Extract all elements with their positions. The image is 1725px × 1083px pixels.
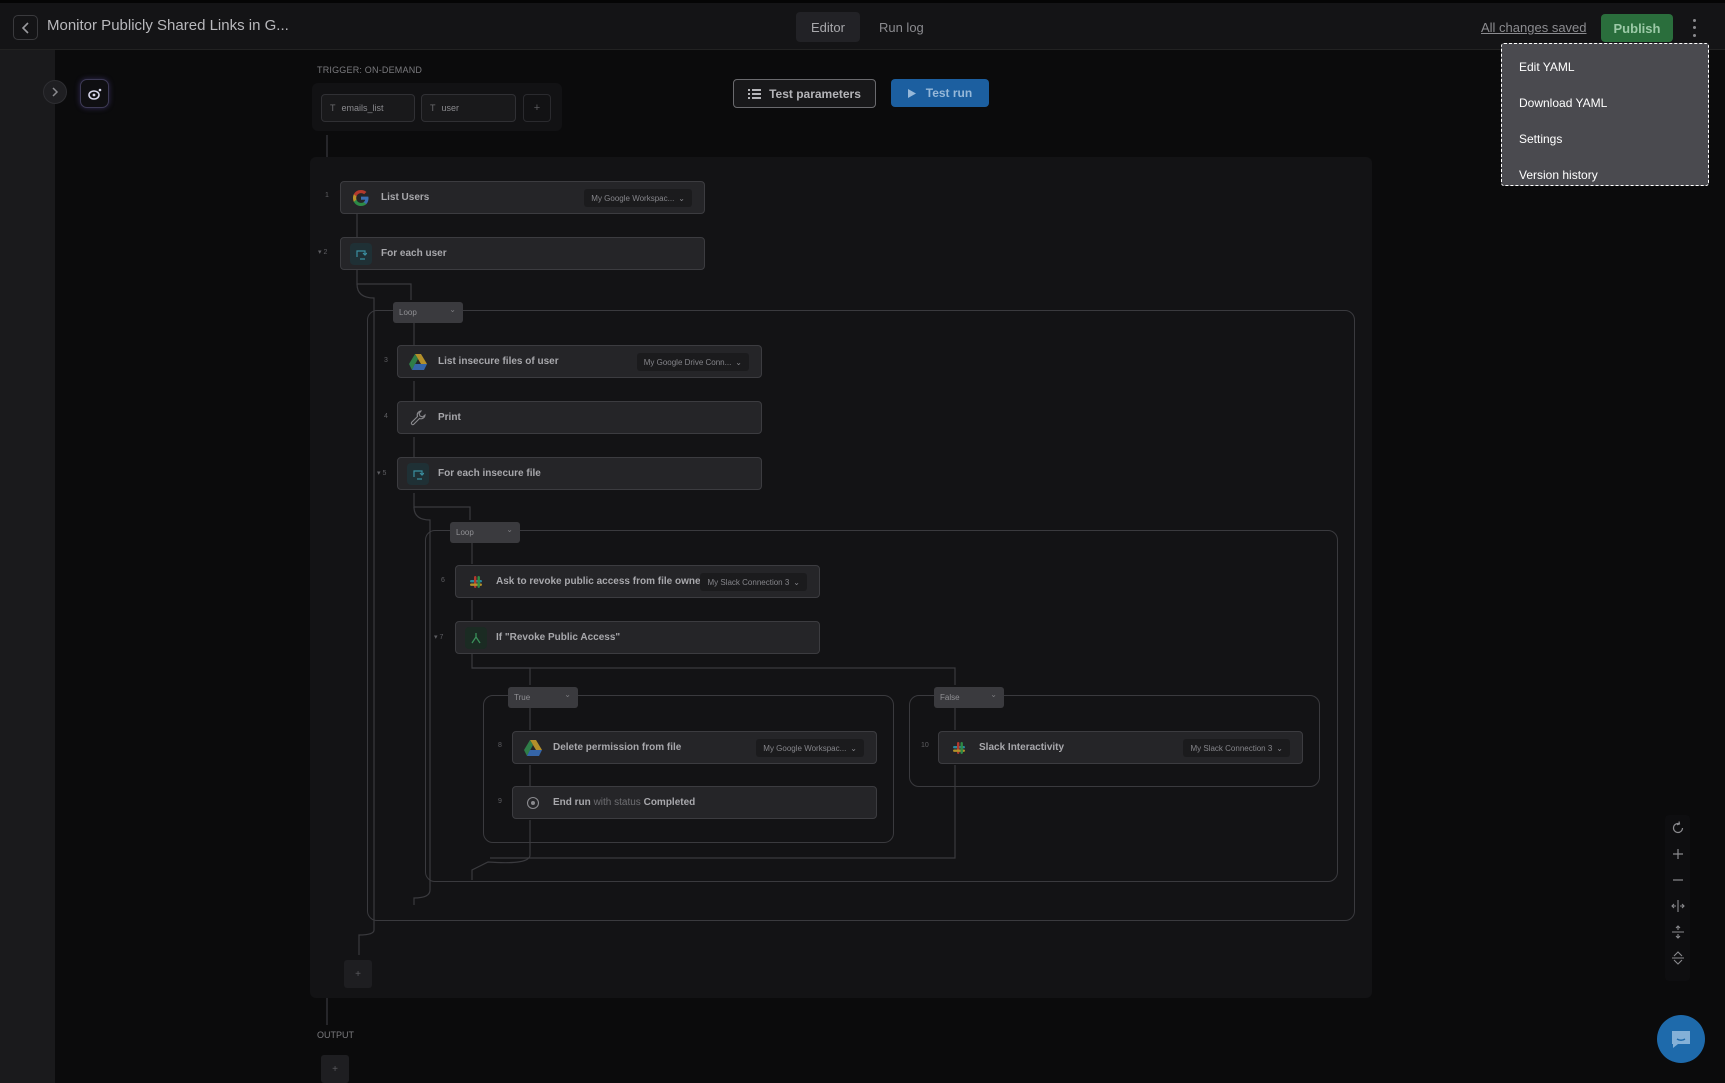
google-icon <box>350 187 372 209</box>
loop-dropdown-1[interactable]: Loop ⌄ <box>393 302 463 323</box>
menu-item-download-yaml[interactable]: Download YAML <box>1502 85 1708 121</box>
loop-dropdown-2[interactable]: Loop ⌄ <box>450 522 520 543</box>
loop-icon <box>350 242 372 265</box>
step-number: ▾ 7 <box>434 634 444 641</box>
google-drive-icon <box>407 351 429 373</box>
step-delete-permission[interactable]: Delete permission from file My Google Wo… <box>512 731 877 764</box>
step-number: ▾ 5 <box>377 470 387 477</box>
step-print[interactable]: Print <box>397 401 762 434</box>
chevron-down-icon: ⌄ <box>449 305 456 314</box>
chevron-down-icon: ⌄ <box>506 525 513 534</box>
google-drive-icon <box>522 737 544 759</box>
chevron-down-icon: ⌄ <box>850 743 857 753</box>
zoom-in-icon[interactable] <box>1672 841 1684 867</box>
zoom-out-icon[interactable] <box>1672 867 1684 893</box>
step-number: 8 <box>498 742 502 749</box>
wrench-icon <box>407 407 429 429</box>
slack-icon <box>465 571 487 593</box>
fit-height-icon[interactable] <box>1671 919 1684 945</box>
step-number: 4 <box>384 413 388 420</box>
output-label: OUTPUT <box>317 1030 354 1040</box>
step-slack-interactivity[interactable]: Slack Interactivity My Slack Connection … <box>938 731 1303 764</box>
menu-item-settings[interactable]: Settings <box>1502 121 1708 157</box>
branch-icon <box>465 626 487 649</box>
collapse-icon[interactable] <box>1671 945 1684 971</box>
connection-select[interactable]: My Google Workspac... ⌄ <box>756 739 864 757</box>
add-step-button[interactable]: + <box>344 960 372 988</box>
step-for-each-user[interactable]: For each user <box>340 237 705 270</box>
step-end-run[interactable]: End run with status Completed <box>512 786 877 819</box>
chevron-down-icon: ⌄ <box>793 577 800 587</box>
menu-item-edit-yaml[interactable]: Edit YAML <box>1502 49 1708 85</box>
reset-view-icon[interactable] <box>1671 815 1685 841</box>
chevron-down-icon: ⌄ <box>990 690 997 699</box>
step-list-users[interactable]: List Users My Google Workspac... ⌄ <box>340 181 705 214</box>
fit-width-icon[interactable] <box>1670 893 1685 919</box>
step-number: 6 <box>441 577 445 584</box>
chevron-down-icon: ⌄ <box>564 690 571 699</box>
step-number: 1 <box>325 192 329 199</box>
step-if-revoke[interactable]: If "Revoke Public Access" <box>455 621 820 654</box>
connection-select[interactable]: My Google Workspac... ⌄ <box>584 189 692 207</box>
connection-select[interactable]: My Slack Connection 3 ⌄ <box>1183 739 1290 757</box>
zoom-controls <box>1665 815 1690 981</box>
step-number: 3 <box>384 357 388 364</box>
step-list-insecure-files[interactable]: List insecure files of user My Google Dr… <box>397 345 762 378</box>
step-number: 10 <box>921 742 929 749</box>
step-number: 9 <box>498 798 502 805</box>
loop-icon <box>407 462 429 485</box>
step-ask-to-revoke[interactable]: Ask to revoke public access from file ow… <box>455 565 820 598</box>
slack-icon <box>948 737 970 759</box>
more-options-menu: Edit YAML Download YAML Settings Version… <box>1501 43 1709 186</box>
chat-icon <box>1672 1031 1690 1048</box>
connection-select[interactable]: My Slack Connection 3 ⌄ <box>700 573 807 591</box>
add-output-button[interactable]: + <box>321 1055 349 1083</box>
chevron-down-icon: ⌄ <box>735 357 742 367</box>
chevron-down-icon: ⌄ <box>1276 743 1283 753</box>
chat-support-button[interactable] <box>1657 1015 1705 1063</box>
chevron-down-icon: ⌄ <box>678 193 685 203</box>
connector-lines <box>326 135 956 1025</box>
false-branch-dropdown[interactable]: False ⌄ <box>934 687 1004 708</box>
connection-select[interactable]: My Google Drive Conn... ⌄ <box>636 353 749 371</box>
workflow-editor: Monitor Publicly Shared Links in G... Ed… <box>0 0 1725 1083</box>
step-number: ▾ 2 <box>318 249 328 256</box>
menu-item-version-history[interactable]: Version history <box>1502 157 1708 193</box>
step-for-each-insecure-file[interactable]: For each insecure file <box>397 457 762 490</box>
stop-icon <box>522 792 544 814</box>
true-branch-dropdown[interactable]: True ⌄ <box>508 687 578 708</box>
